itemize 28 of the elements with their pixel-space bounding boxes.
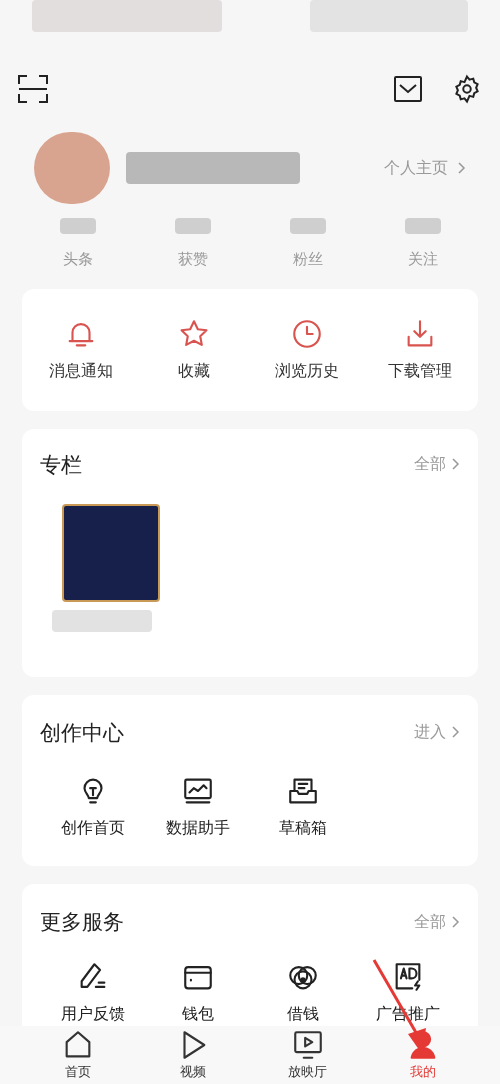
menu-item[interactable]: 收藏	[137, 316, 250, 383]
column-cover[interactable]	[62, 504, 160, 602]
menu-item[interactable]: 用户反馈	[40, 959, 145, 1026]
menu-item[interactable]: 消息通知	[24, 316, 137, 383]
chevron-right-icon	[450, 457, 460, 472]
section-title: 更多服务	[40, 909, 124, 935]
menu-item[interactable]: 浏览历史	[250, 316, 363, 383]
menu-item[interactable]: 创作首页	[40, 774, 145, 840]
chevron-right-icon	[456, 161, 466, 175]
pixelated-block	[174, 218, 211, 234]
nav-tab[interactable]: 首页	[20, 1026, 135, 1084]
pixelated-block	[404, 218, 441, 234]
menu-item[interactable]: 借钱	[250, 959, 355, 1026]
settings-icon[interactable]	[452, 74, 482, 104]
chevron-right-icon	[450, 725, 460, 740]
menu-item[interactable]: 下载管理	[363, 316, 476, 383]
menu-item[interactable]: 数据助手	[145, 774, 250, 840]
pixelated-block	[59, 218, 96, 234]
menu-item[interactable]: 草稿箱	[250, 774, 355, 840]
nav-tab[interactable]: 放映厅	[250, 1026, 365, 1084]
section-title: 专栏	[40, 451, 82, 478]
nav-tab[interactable]: 视频	[135, 1026, 250, 1084]
pixelated-block	[289, 218, 326, 234]
mail-icon[interactable]	[394, 76, 422, 102]
section-title: 创作中心	[40, 719, 124, 746]
scan-icon[interactable]	[18, 75, 48, 103]
chevron-right-icon	[450, 914, 460, 929]
menu-item[interactable]: 钱包	[145, 959, 250, 1026]
